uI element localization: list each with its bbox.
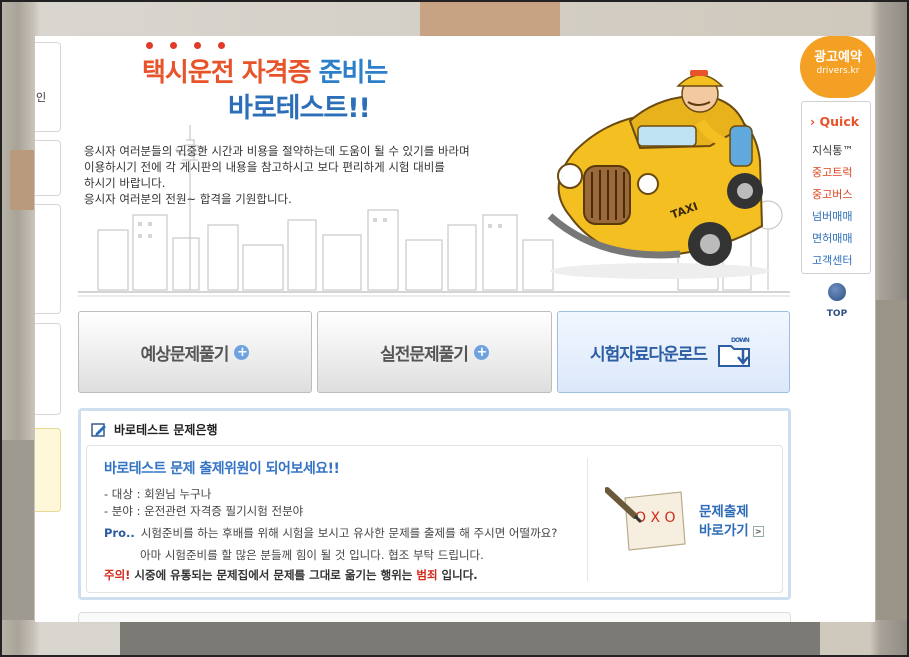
page-title: 택시운전 자격증 준비는 [142,58,388,88]
ad-reservation-button[interactable]: 광고예약 drivers.kr [800,36,876,98]
plus-circle-icon: + [473,344,489,360]
tab-practice-questions[interactable]: 실전문제풀기 + [317,311,552,393]
left-tab-box-2[interactable] [35,140,61,196]
warning-text: 주의! 시중에 유통되는 문제집에서 문제를 그대로 옮기는 행위는 범죄 입니… [104,568,478,582]
go-to-question-submit-link[interactable]: 문제출제 바로가기 > [699,503,764,541]
quick-item-used-bus[interactable]: 중고버스 [812,184,853,206]
quick-item-used-truck[interactable]: 중고트럭 [812,162,853,184]
divider [587,458,588,581]
next-section-edge [78,612,791,622]
quick-item-customer-center[interactable]: 고객센터 [812,250,853,272]
tab-label: 실전문제풀기 [380,344,469,365]
chevron-right-icon: > [752,525,764,537]
pro-line-1: 시험준비를 하는 후배를 위해 시험을 보시고 유사한 문제를 출제를 해 주시… [140,526,558,540]
quick-item-jisiktong[interactable]: 지식통™ [812,140,853,162]
invite-heading: 바로테스트 문제 출제위원이 되어보세요!! [104,461,340,477]
ad-domain: drivers.kr [816,66,860,76]
page-subtitle: 바로테스트!! [228,93,371,124]
tab-expected-questions[interactable]: 예상문제풀기 + [78,311,312,393]
menu-tabs: 예상문제풀기 + 실전문제풀기 + 시험자료다운로드 DOWN [78,311,790,393]
plus-circle-icon: + [234,344,250,360]
intro-text: 응시자 여러분들의 귀중한 시간과 비용을 절약하는데 도움이 될 수 있기를 … [84,144,470,206]
quick-menu: › Quick 지식통™ 중고트럭 중고버스 넘버매매 면허매매 고객센터 [801,101,871,274]
tab-label: 예상문제풀기 [140,344,230,365]
scroll-top-button[interactable]: TOP [824,283,850,320]
svg-text:DOWN: DOWN [731,337,750,344]
bank-title: 바로테스트 문제은행 [114,423,218,437]
target-text: - 대상 : 회원님 누구나 [104,487,212,501]
left-tab-box-4[interactable] [35,323,61,415]
bank-header: 바로테스트 문제은행 [91,421,218,438]
pro-tag: Pro.. [104,526,135,540]
left-tab-box-1[interactable]: 인 [35,42,61,132]
quick-item-license-trade[interactable]: 면허매매 [812,228,853,250]
notepad-pencil-icon [91,422,106,437]
field-text: - 분야 : 운전관련 자격증 필기시험 전분야 [104,504,304,518]
title-accent-dots [146,42,226,50]
left-tab-box-5[interactable] [35,428,61,512]
tab-download-materials[interactable]: 시험자료다운로드 DOWN [557,311,790,393]
quick-item-number-trade[interactable]: 넘버매매 [812,206,853,228]
tab-label: 시험자료다운로드 [589,344,708,365]
question-bank-section: 바로테스트 문제은행 바로테스트 문제 출제위원이 되어보세요!! - 대상 :… [78,408,791,600]
quick-title: › Quick [810,114,860,129]
left-tab-box-3[interactable] [35,204,61,314]
taxi-illustration: TAXI [547,70,770,279]
top-label: TOP [826,309,848,319]
bank-content: 바로테스트 문제 출제위원이 되어보세요!! - 대상 : 회원님 누구나 - … [86,445,783,593]
exam-paper-icon: O X O [605,487,686,551]
pro-line-2: 아마 시험준비를 할 많은 분들께 힘이 될 것 입니다. 협조 부탁 드립니다… [140,548,484,562]
pro-message: Pro.. 시험준비를 하는 후배를 위해 시험을 보시고 유사한 문제를 출제를… [104,525,557,563]
ad-title: 광고예약 [814,50,862,65]
left-tab-label: 인 [36,91,47,104]
svg-text:O X O: O X O [635,510,676,526]
up-arrow-icon [828,283,846,301]
folder-download-icon: DOWN [718,337,751,367]
